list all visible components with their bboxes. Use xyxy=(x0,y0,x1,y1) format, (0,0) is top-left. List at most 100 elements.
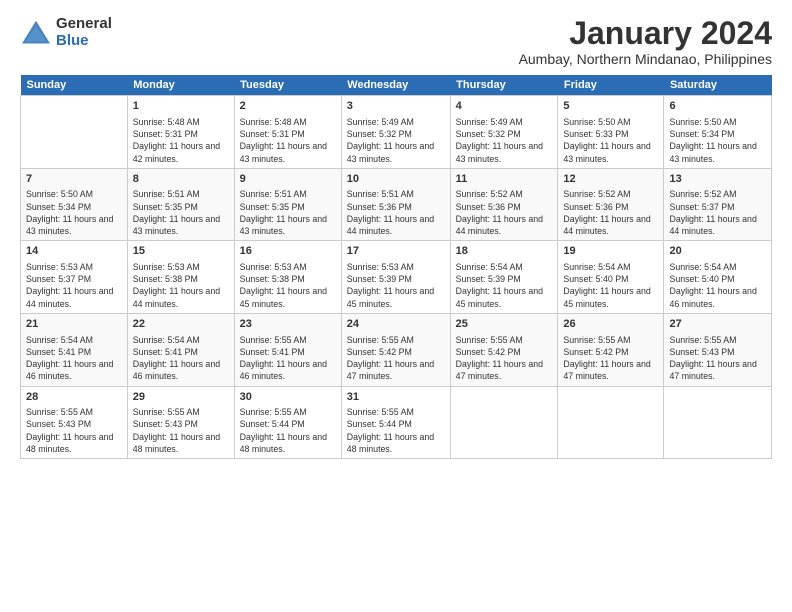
cell-content: Sunrise: 5:53 AMSunset: 5:39 PMDaylight:… xyxy=(347,261,445,310)
cell-content: Sunrise: 5:55 AMSunset: 5:43 PMDaylight:… xyxy=(133,406,229,455)
calendar-cell: 17 Sunrise: 5:53 AMSunset: 5:39 PMDayligh… xyxy=(341,241,450,314)
day-number: 26 xyxy=(563,317,658,332)
day-number: 13 xyxy=(669,172,766,187)
calendar-cell: 5 Sunrise: 5:50 AMSunset: 5:33 PMDaylight… xyxy=(558,96,664,169)
day-number: 27 xyxy=(669,317,766,332)
calendar-cell xyxy=(558,386,664,459)
calendar-cell: 29Sunrise: 5:55 AMSunset: 5:43 PMDayligh… xyxy=(127,386,234,459)
day-number: 21 xyxy=(26,317,122,332)
cell-content: Sunrise: 5:54 AMSunset: 5:40 PMDaylight:… xyxy=(563,261,658,310)
calendar-cell xyxy=(450,386,558,459)
cell-content: Sunrise: 5:54 AMSunset: 5:39 PMDaylight:… xyxy=(456,261,553,310)
day-number: 28 xyxy=(26,390,122,405)
logo: General Blue xyxy=(20,16,112,49)
location-title: Aumbay, Northern Mindanao, Philippines xyxy=(519,51,772,67)
day-number: 16 xyxy=(240,244,336,259)
day-number: 17 xyxy=(347,244,445,259)
col-monday: Monday xyxy=(127,75,234,96)
day-number: 15 xyxy=(133,244,229,259)
day-number: 19 xyxy=(563,244,658,259)
day-number: 18 xyxy=(456,244,553,259)
calendar-week-3: 14 Sunrise: 5:53 AMSunset: 5:37 PMDayligh… xyxy=(21,241,772,314)
day-number: 5 xyxy=(563,99,658,114)
calendar-cell: 4 Sunrise: 5:49 AMSunset: 5:32 PMDaylight… xyxy=(450,96,558,169)
calendar-cell: 13Sunrise: 5:52 AMSunset: 5:37 PMDayligh… xyxy=(664,168,772,241)
calendar-cell: 30Sunrise: 5:55 AMSunset: 5:44 PMDayligh… xyxy=(234,386,341,459)
title-block: January 2024 Aumbay, Northern Mindanao, … xyxy=(519,16,772,67)
cell-content: Sunrise: 5:53 AMSunset: 5:37 PMDaylight:… xyxy=(26,261,122,310)
calendar-cell: 15 Sunrise: 5:53 AMSunset: 5:38 PMDayligh… xyxy=(127,241,234,314)
day-number: 23 xyxy=(240,317,336,332)
logo-general-text: General xyxy=(56,16,112,33)
logo-icon xyxy=(20,19,52,47)
cell-content: Sunrise: 5:49 AMSunset: 5:32 PMDaylight:… xyxy=(456,116,553,165)
day-number: 9 xyxy=(240,172,336,187)
calendar-cell: 18 Sunrise: 5:54 AMSunset: 5:39 PMDayligh… xyxy=(450,241,558,314)
calendar-cell: 27 Sunrise: 5:55 AMSunset: 5:43 PMDayligh… xyxy=(664,314,772,387)
cell-content: Sunrise: 5:55 AMSunset: 5:42 PMDaylight:… xyxy=(347,334,445,383)
day-number: 20 xyxy=(669,244,766,259)
cell-content: Sunrise: 5:53 AMSunset: 5:38 PMDaylight:… xyxy=(133,261,229,310)
header: General Blue January 2024 Aumbay, Northe… xyxy=(20,16,772,67)
calendar-cell: 22 Sunrise: 5:54 AMSunset: 5:41 PMDayligh… xyxy=(127,314,234,387)
calendar-cell: 1Sunrise: 5:48 AMSunset: 5:31 PMDaylight… xyxy=(127,96,234,169)
day-number: 24 xyxy=(347,317,445,332)
day-number: 14 xyxy=(26,244,122,259)
col-thursday: Thursday xyxy=(450,75,558,96)
col-wednesday: Wednesday xyxy=(341,75,450,96)
calendar-week-5: 28Sunrise: 5:55 AMSunset: 5:43 PMDayligh… xyxy=(21,386,772,459)
calendar-week-2: 7Sunrise: 5:50 AMSunset: 5:34 PMDaylight… xyxy=(21,168,772,241)
calendar-cell: 26 Sunrise: 5:55 AMSunset: 5:42 PMDayligh… xyxy=(558,314,664,387)
calendar-table: Sunday Monday Tuesday Wednesday Thursday… xyxy=(20,75,772,459)
calendar-cell: 24 Sunrise: 5:55 AMSunset: 5:42 PMDayligh… xyxy=(341,314,450,387)
day-number: 12 xyxy=(563,172,658,187)
calendar-cell: 19 Sunrise: 5:54 AMSunset: 5:40 PMDayligh… xyxy=(558,241,664,314)
calendar-cell: 10Sunrise: 5:51 AMSunset: 5:36 PMDayligh… xyxy=(341,168,450,241)
day-number: 29 xyxy=(133,390,229,405)
cell-content: Sunrise: 5:51 AMSunset: 5:36 PMDaylight:… xyxy=(347,188,445,237)
logo-blue-text: Blue xyxy=(56,33,112,50)
calendar-week-1: 1 Sunrise: 5:48 AMSunset: 5:31 PMDaylight… xyxy=(21,96,772,169)
cell-content: Sunrise: 5:50 AMSunset: 5:33 PMDaylight:… xyxy=(563,116,658,165)
cell-content: Sunrise: 5:54 AMSunset: 5:40 PMDaylight:… xyxy=(669,261,766,310)
col-tuesday: Tuesday xyxy=(234,75,341,96)
calendar-cell: 3 Sunrise: 5:49 AMSunset: 5:32 PMDaylight… xyxy=(341,96,450,169)
cell-content: Sunrise: 5:55 AMSunset: 5:41 PMDaylight:… xyxy=(240,334,336,383)
day-number: 4 xyxy=(456,99,553,114)
day-number: 3 xyxy=(347,99,445,114)
cell-content: Sunrise: 5:55 AMSunset: 5:44 PMDaylight:… xyxy=(347,406,445,455)
cell-content: Sunrise: 5:53 AMSunset: 5:38 PMDaylight:… xyxy=(240,261,336,310)
cell-content: Sunrise: 5:52 AMSunset: 5:36 PMDaylight:… xyxy=(456,188,553,237)
day-number: 6 xyxy=(669,99,766,114)
calendar-cell: 6Sunrise: 5:50 AMSunset: 5:34 PMDaylight… xyxy=(664,96,772,169)
cell-content: Sunrise: 5:55 AMSunset: 5:43 PMDaylight:… xyxy=(26,406,122,455)
header-row: Sunday Monday Tuesday Wednesday Thursday… xyxy=(21,75,772,96)
calendar-cell: 28Sunrise: 5:55 AMSunset: 5:43 PMDayligh… xyxy=(21,386,128,459)
cell-content: Sunrise: 5:49 AMSunset: 5:32 PMDaylight:… xyxy=(347,116,445,165)
cell-content: Sunrise: 5:52 AMSunset: 5:36 PMDaylight:… xyxy=(563,188,658,237)
cell-content: Sunrise: 5:55 AMSunset: 5:43 PMDaylight:… xyxy=(669,334,766,383)
cell-content: Sunrise: 5:54 AMSunset: 5:41 PMDaylight:… xyxy=(133,334,229,383)
day-number: 31 xyxy=(347,390,445,405)
cell-content: Sunrise: 5:55 AMSunset: 5:44 PMDaylight:… xyxy=(240,406,336,455)
calendar-cell: 31Sunrise: 5:55 AMSunset: 5:44 PMDayligh… xyxy=(341,386,450,459)
cell-content: Sunrise: 5:52 AMSunset: 5:37 PMDaylight:… xyxy=(669,188,766,237)
cell-content: Sunrise: 5:55 AMSunset: 5:42 PMDaylight:… xyxy=(456,334,553,383)
cell-content: Sunrise: 5:51 AMSunset: 5:35 PMDaylight:… xyxy=(240,188,336,237)
day-number: 22 xyxy=(133,317,229,332)
calendar-cell: 9Sunrise: 5:51 AMSunset: 5:35 PMDaylight… xyxy=(234,168,341,241)
day-number: 1 xyxy=(133,99,229,114)
calendar-cell: 16 Sunrise: 5:53 AMSunset: 5:38 PMDayligh… xyxy=(234,241,341,314)
cell-content: Sunrise: 5:55 AMSunset: 5:42 PMDaylight:… xyxy=(563,334,658,383)
page: General Blue January 2024 Aumbay, Northe… xyxy=(0,0,792,612)
cell-content: Sunrise: 5:50 AMSunset: 5:34 PMDaylight:… xyxy=(26,188,122,237)
cell-content: Sunrise: 5:48 AMSunset: 5:31 PMDaylight:… xyxy=(240,116,336,165)
logo-text: General Blue xyxy=(56,16,112,49)
day-number: 8 xyxy=(133,172,229,187)
day-number: 10 xyxy=(347,172,445,187)
day-number: 11 xyxy=(456,172,553,187)
calendar-week-4: 21 Sunrise: 5:54 AMSunset: 5:41 PMDayligh… xyxy=(21,314,772,387)
calendar-cell: 8Sunrise: 5:51 AMSunset: 5:35 PMDaylight… xyxy=(127,168,234,241)
day-number: 25 xyxy=(456,317,553,332)
day-number: 2 xyxy=(240,99,336,114)
